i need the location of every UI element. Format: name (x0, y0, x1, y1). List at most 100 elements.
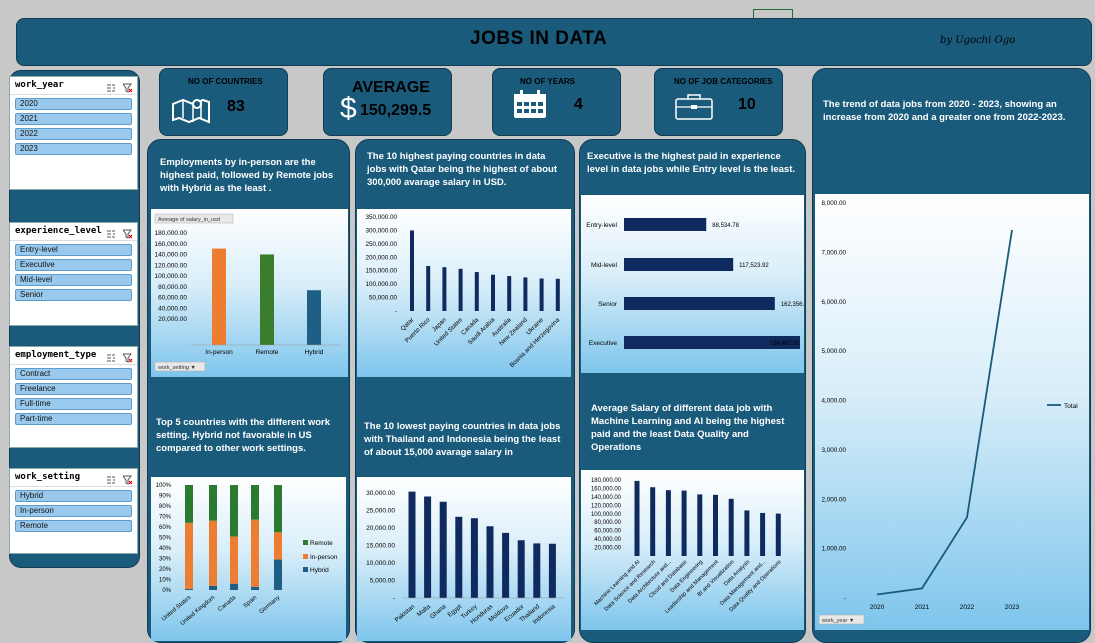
filter-button-label: work_year ▼ (821, 618, 854, 624)
slicer-item[interactable]: 2023 (15, 143, 132, 155)
bar (491, 274, 495, 311)
slicer-item[interactable]: Full-time (15, 398, 132, 410)
bar (260, 254, 274, 345)
slicer-item[interactable]: Contract (15, 368, 132, 380)
multi-select-icon[interactable] (106, 472, 116, 484)
x-tick-label: Germany (259, 595, 282, 615)
stacked-bar-segment (230, 485, 238, 537)
bar (713, 494, 718, 556)
insight-lowest-countries: The 10 lowest paying countries in data j… (364, 421, 561, 458)
y-tick-label: 50,000.00 (369, 295, 398, 302)
slicer-item[interactable]: Remote (15, 520, 132, 532)
y-tick-label: 180,000.00 (591, 478, 622, 484)
stacked-bar-segment (230, 536, 238, 584)
kpi-years-label: NO OF YEARS (520, 77, 575, 86)
slicer-item[interactable]: In-person (15, 505, 132, 517)
clear-filter-icon[interactable] (122, 350, 133, 363)
x-tick-label: In-person (205, 349, 233, 356)
stacked-bar-segment (185, 588, 193, 590)
y-tick-label: 25,000.00 (366, 508, 395, 515)
y-tick-label: - (395, 308, 397, 315)
slicer-item[interactable]: 2021 (15, 113, 132, 125)
y-tick-label: 60% (159, 525, 172, 531)
insight-work-setting: Employments by in-person are the highest… (160, 157, 334, 194)
x-tick-label: Pakistan (394, 603, 417, 624)
y-tick-label: 60,000.00 (594, 529, 621, 535)
kpi-average-card: AVERAGE $ 150,299.5 (323, 68, 452, 136)
data-label: 88,534.78 (712, 223, 739, 229)
insight-experience: Executive is the highest paid in experie… (587, 151, 796, 175)
bar (458, 268, 463, 311)
y-tick-label: 5,000.00 (821, 348, 846, 355)
multi-select-icon[interactable] (106, 226, 116, 238)
slicer-header: work_setting (10, 469, 137, 487)
slicer-employment-type: employment_type Contract Freelance Full-tim… (9, 346, 138, 448)
slicer-work-year: work_year 2020 2021 2022 2023 (9, 76, 138, 190)
legend-swatch (303, 554, 308, 559)
chart-work-setting-box: Average of salary_in_usd 180,000.00 160,00… (151, 209, 348, 377)
stacked-bar-segment (230, 583, 238, 590)
y-tick-label: 120,000.00 (154, 262, 187, 269)
bar (212, 248, 226, 345)
y-tick-label: Senior (598, 301, 618, 308)
slicer-item[interactable]: Freelance (15, 383, 132, 395)
y-tick-label: 80,000.00 (158, 284, 187, 291)
slicer-title: employment_type (15, 350, 97, 360)
bar (634, 480, 640, 556)
bar (486, 526, 494, 598)
kpi-average-value: 150,299.5 (360, 102, 432, 119)
slicer-item[interactable]: Executive (15, 259, 132, 271)
bar (470, 518, 478, 598)
bar (775, 513, 781, 556)
multi-select-icon[interactable] (106, 80, 116, 92)
bar (744, 510, 750, 556)
slicer-item[interactable]: 2022 (15, 128, 132, 140)
stacked-bar-segment (209, 485, 217, 521)
slicer-item[interactable]: Entry-level (15, 244, 132, 256)
kpi-average-label: AVERAGE (352, 79, 430, 96)
x-tick-label: Hybrid (305, 349, 324, 356)
y-tick-label: 70% (159, 515, 172, 521)
slicer-item[interactable]: Senior (15, 289, 132, 301)
multi-select-icon[interactable] (106, 350, 116, 362)
bar (410, 230, 414, 311)
insight-top-countries: The 10 highest paying countries in data … (367, 151, 557, 188)
stacked-bar-segment (209, 520, 217, 586)
chart-lowest-countries: 30,000.00 25,000.00 20,000.00 15,000.00 10,0… (366, 490, 565, 626)
clear-filter-icon[interactable] (122, 80, 133, 93)
slicer-item[interactable]: 2020 (15, 98, 132, 110)
y-tick-label: - (393, 595, 395, 602)
stacked-bar-segment (251, 586, 259, 590)
y-tick-label: 100,000.00 (154, 273, 187, 280)
y-tick-label: 60,000.00 (158, 295, 187, 302)
map-icon (172, 98, 210, 124)
kpi-years-card: NO OF YEARS 4 (492, 68, 621, 136)
page-title: JOBS IN DATA (470, 28, 608, 49)
y-tick-label: 0% (162, 588, 171, 594)
field-button-label: Average of salary_in_usd (158, 217, 220, 223)
filter-button-label: work_setting ▼ (157, 365, 196, 371)
slicer-item[interactable]: Hybrid (15, 490, 132, 502)
bar (455, 516, 463, 598)
chart-top5-box: 100% 90% 80% 70% 60% 50% 40% 30% 20% 10% 0% United … (151, 477, 346, 641)
kpi-categories-value: 10 (738, 96, 756, 113)
y-tick-label: 140,000.00 (154, 252, 187, 259)
y-tick-label: 10% (159, 578, 172, 584)
y-tick-label: 40% (159, 546, 172, 552)
slicer-item[interactable]: Mid-level (15, 274, 132, 286)
bar (474, 272, 479, 311)
chart-job-category-box: 180,000.00 160,000.00 140,000.00 120,000.00… (581, 470, 804, 630)
data-label: 117,523.92 (739, 263, 769, 269)
slicer-item[interactable]: Part-time (15, 413, 132, 425)
bar (533, 543, 541, 598)
clear-filter-icon[interactable] (122, 226, 133, 239)
chart-lowest-countries-box: 30,000.00 25,000.00 20,000.00 15,000.00 10,0… (357, 477, 571, 641)
bar (624, 218, 707, 231)
y-tick-label: 3,000.00 (821, 447, 846, 454)
data-label: 189,462.91 (770, 341, 801, 347)
bar (548, 543, 556, 598)
y-tick-label: 300,000.00 (365, 227, 397, 234)
bar (517, 540, 525, 598)
clear-filter-icon[interactable] (122, 472, 133, 485)
y-tick-label: 120,000.00 (591, 503, 622, 509)
